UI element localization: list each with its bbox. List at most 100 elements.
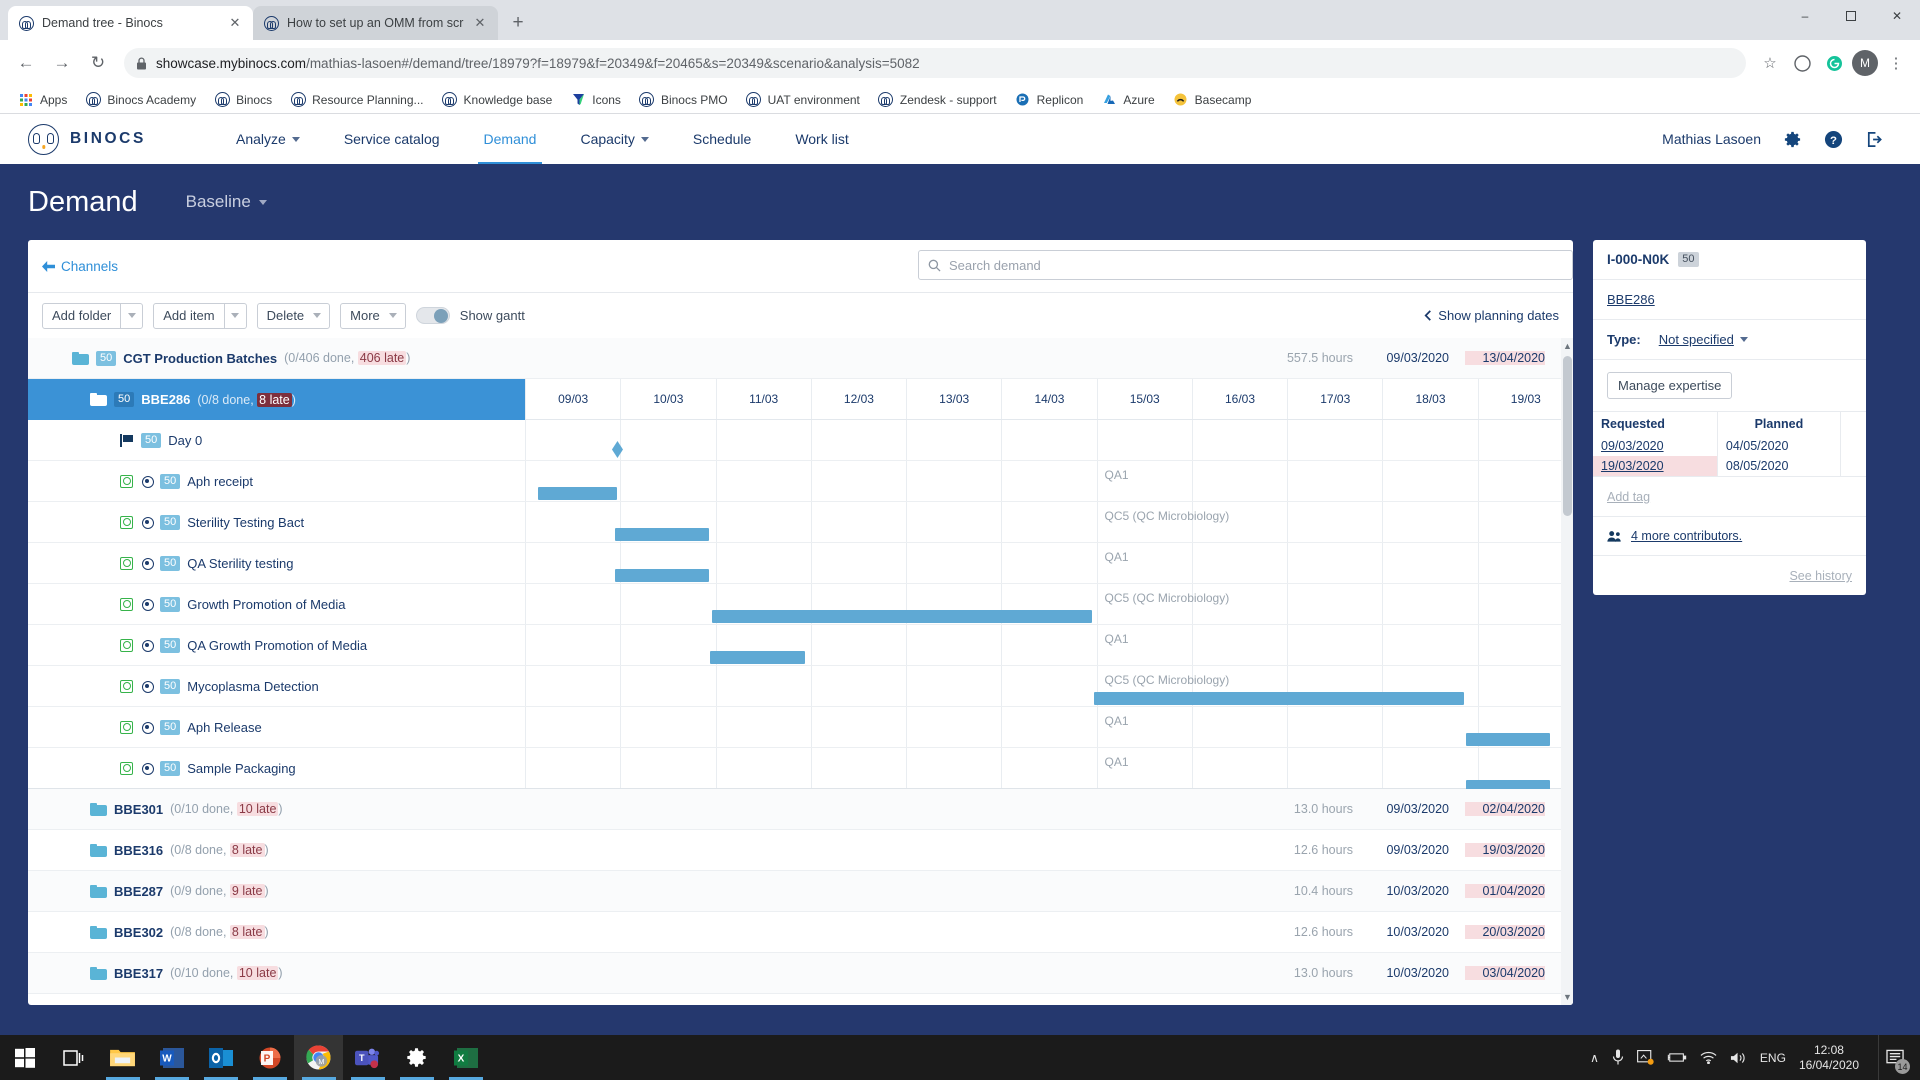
scenario-selector[interactable]: Baseline	[186, 192, 267, 212]
gantt-bar[interactable]	[615, 528, 710, 541]
folder-icon[interactable]	[90, 884, 107, 898]
table-row[interactable]: 50 Aph receipt QA1	[28, 461, 1573, 502]
teams-button[interactable]: T	[343, 1035, 392, 1080]
see-history-link[interactable]: See history	[1789, 569, 1852, 583]
bookmark-azure[interactable]: Azure	[1093, 89, 1162, 111]
gear-icon[interactable]	[1783, 130, 1802, 149]
nav-item-work-list[interactable]: Work list	[773, 114, 870, 164]
tree-row-bbe301[interactable]: BBE301 (0/10 done, 10 late) 13.0 hours 0…	[28, 789, 1573, 830]
milestone-marker[interactable]	[611, 441, 623, 458]
outlook-button[interactable]	[196, 1035, 245, 1080]
bookmark-replicon[interactable]: Replicon	[1007, 89, 1092, 111]
browser-tab-2[interactable]: How to set up an OMM from scr ✕	[253, 6, 498, 40]
show-hidden-icons-button[interactable]: ∧	[1590, 1051, 1599, 1065]
volume-icon[interactable]	[1730, 1051, 1747, 1065]
logout-icon[interactable]	[1865, 130, 1884, 149]
notification-center-button[interactable]: 14	[1878, 1035, 1912, 1080]
battery-icon[interactable]	[1667, 1051, 1687, 1064]
requested-date[interactable]: 09/03/2020	[1593, 436, 1718, 456]
manage-expertise-button[interactable]: Manage expertise	[1607, 372, 1733, 399]
tree-row-bbe286[interactable]: 50 BBE286 (0/8 done, 8 late) 09/03 10/03…	[28, 379, 1573, 420]
gantt-bar[interactable]	[537, 487, 618, 500]
bookmark-resource-planning[interactable]: Resource Planning...	[282, 89, 431, 111]
scroll-down-arrow[interactable]: ▼	[1563, 991, 1572, 1003]
new-tab-button[interactable]: +	[504, 9, 532, 37]
wifi-icon[interactable]	[1700, 1051, 1717, 1064]
address-bar[interactable]: showcase.mybinocs.com/mathias-lasoen#/de…	[124, 48, 1746, 78]
task-view-button[interactable]	[49, 1035, 98, 1080]
chevron-down-icon[interactable]	[120, 303, 142, 328]
help-circle-icon[interactable]: ?	[1824, 130, 1843, 149]
nav-item-demand[interactable]: Demand	[462, 114, 559, 164]
scroll-thumb[interactable]	[1563, 356, 1572, 516]
gantt-bar[interactable]	[615, 569, 710, 582]
search-input[interactable]: Search demand	[918, 250, 1573, 280]
browser-tab-1[interactable]: Demand tree - Binocs ✕	[8, 6, 253, 40]
bookmark-star-icon[interactable]: ☆	[1756, 49, 1784, 77]
folder-icon[interactable]	[90, 802, 107, 816]
display-settings-icon[interactable]	[1636, 1050, 1654, 1065]
bookmark-icons[interactable]: Icons	[562, 89, 629, 111]
nav-item-schedule[interactable]: Schedule	[671, 114, 773, 164]
bookmark-basecamp[interactable]: Basecamp	[1165, 89, 1260, 111]
channels-back-link[interactable]: Channels	[42, 259, 118, 274]
nav-item-service-catalog[interactable]: Service catalog	[322, 114, 462, 164]
contributors-link[interactable]: 4 more contributors.	[1631, 529, 1742, 543]
clock[interactable]: 12:08 16/04/2020	[1799, 1043, 1859, 1073]
nav-item-capacity[interactable]: Capacity	[558, 114, 670, 164]
parent-folder-link[interactable]: BBE286	[1607, 292, 1655, 307]
forward-button[interactable]: →	[46, 47, 78, 79]
bookmark-apps[interactable]: Apps	[10, 89, 75, 111]
add-tag-link[interactable]: Add tag	[1607, 490, 1650, 504]
gantt-bar[interactable]	[711, 610, 1092, 623]
tree-row-bbe302[interactable]: BBE302 (0/8 done, 8 late) 12.6 hours 10/…	[28, 912, 1573, 953]
close-icon[interactable]: ✕	[472, 15, 488, 31]
tree-row-bbe316[interactable]: BBE316 (0/8 done, 8 late) 12.6 hours 09/…	[28, 830, 1573, 871]
folder-open-icon[interactable]	[72, 351, 89, 365]
table-row[interactable]: 50 QA Growth Promotion of Media QA1	[28, 625, 1573, 666]
reload-button[interactable]: ↻	[82, 47, 114, 79]
excel-button[interactable]: X	[441, 1035, 490, 1080]
table-row[interactable]: 50 Growth Promotion of Media QC5 (QC Mic…	[28, 584, 1573, 625]
folder-icon[interactable]	[90, 925, 107, 939]
folder-open-icon[interactable]	[90, 393, 107, 406]
table-row[interactable]: 50 Sterility Testing Bact QC5 (QC Microb…	[28, 502, 1573, 543]
table-row[interactable]: 50 QA Sterility testing QA1	[28, 543, 1573, 584]
tree-row-bbe287[interactable]: BBE287 (0/9 done, 9 late) 10.4 hours 10/…	[28, 871, 1573, 912]
chevron-down-icon[interactable]	[223, 303, 246, 328]
settings-button[interactable]	[392, 1035, 441, 1080]
word-button[interactable]: W	[147, 1035, 196, 1080]
gantt-bar[interactable]	[1094, 692, 1464, 705]
table-row[interactable]: 50 Aph Release QA1	[28, 707, 1573, 748]
type-value-dropdown[interactable]: Not specified	[1659, 332, 1748, 347]
table-row[interactable]: 50 Mycoplasma Detection QC5 (QC Microbio…	[28, 666, 1573, 707]
show-gantt-toggle[interactable]	[415, 307, 450, 324]
bookmark-binocs-academy[interactable]: Binocs Academy	[77, 89, 204, 111]
tree-row-bbe317[interactable]: BBE317 (0/10 done, 10 late) 13.0 hours 1…	[28, 953, 1573, 994]
extension-circle-icon[interactable]	[1788, 49, 1816, 77]
start-button[interactable]	[0, 1035, 49, 1080]
show-planning-dates-link[interactable]: Show planning dates	[1424, 308, 1559, 323]
bookmark-binocs[interactable]: Binocs	[206, 89, 280, 111]
table-row[interactable]: 50 Day 0	[28, 420, 1573, 461]
bookmark-binocs-pmo[interactable]: Binocs PMO	[631, 89, 736, 111]
microphone-icon[interactable]	[1612, 1049, 1624, 1066]
add-folder-button[interactable]: Add folder	[42, 302, 144, 329]
back-button[interactable]: ←	[10, 47, 42, 79]
bookmark-uat-environment[interactable]: UAT environment	[738, 89, 868, 111]
add-item-button[interactable]: Add item	[153, 302, 247, 329]
chrome-button[interactable]: M	[294, 1035, 343, 1080]
brand-logo[interactable]: BINOCS	[28, 123, 214, 155]
tree-scrollbar[interactable]: ▲ ▼	[1561, 338, 1573, 1005]
maximize-button[interactable]	[1828, 0, 1874, 32]
tree-row-bbe288[interactable]: BBE288 (0/9 done, 9 late) 13.8 hours 11/…	[28, 994, 1573, 1005]
file-explorer-button[interactable]	[98, 1035, 147, 1080]
language-indicator[interactable]: ENG	[1760, 1051, 1786, 1065]
requested-date[interactable]: 19/03/2020	[1593, 456, 1718, 476]
delete-button[interactable]: Delete	[256, 302, 331, 329]
close-icon[interactable]: ✕	[227, 15, 243, 31]
folder-icon[interactable]	[90, 843, 107, 857]
folder-icon[interactable]	[90, 966, 107, 980]
more-button[interactable]: More	[340, 302, 406, 329]
tree-row-root[interactable]: 50 CGT Production Batches (0/406 done, 4…	[28, 338, 1573, 379]
